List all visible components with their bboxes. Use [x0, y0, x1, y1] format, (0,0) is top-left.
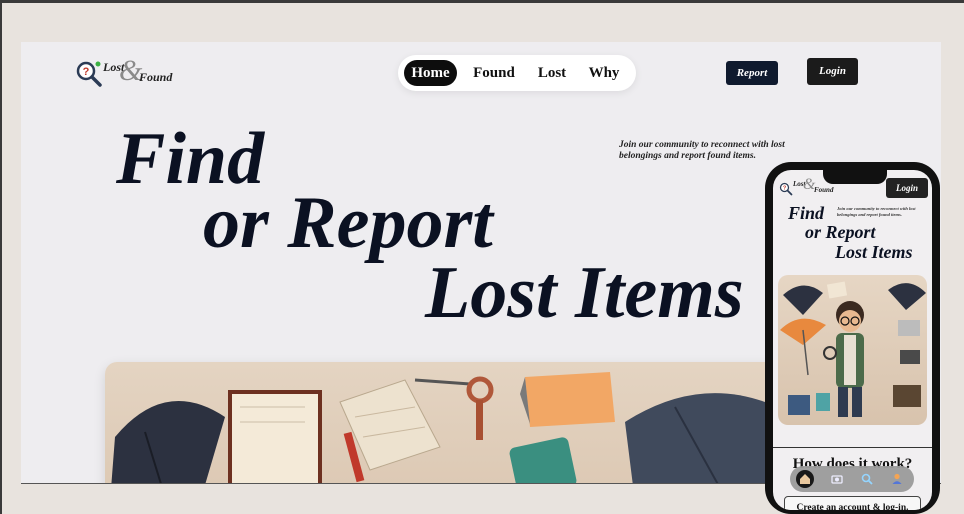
mobile-login-button[interactable]: Login: [886, 178, 928, 198]
nav-why[interactable]: Why: [584, 60, 624, 86]
create-account-button[interactable]: Create an account & log-in.: [784, 496, 921, 510]
lost-items-illustration: [111, 372, 790, 484]
mobile-hero-line-1: Find: [788, 203, 825, 223]
logo-text-found: Found: [139, 70, 173, 84]
nav-home[interactable]: Home: [404, 60, 457, 86]
mobile-hero-line-3: Lost Items: [835, 242, 913, 262]
frame-left-border: [0, 0, 2, 514]
login-button[interactable]: Login: [807, 58, 858, 85]
camera-icon[interactable]: [828, 470, 846, 488]
report-button[interactable]: Report: [726, 61, 778, 85]
main-nav: Home Found Lost Why: [398, 55, 636, 91]
frame-top-border: [0, 0, 964, 3]
site-logo[interactable]: ? Lost & Found: [75, 56, 185, 90]
mobile-character-image: [778, 275, 927, 425]
search-icon[interactable]: [858, 470, 876, 488]
mobile-divider: [773, 447, 932, 448]
mobile-hero-line-2: or Report: [805, 222, 876, 242]
magnifier-question-icon: ?: [779, 182, 793, 196]
mobile-logo[interactable]: ? Lost & Found: [779, 177, 839, 202]
profile-icon[interactable]: [888, 470, 906, 488]
mobile-preview-frame: ? Lost & Found Login Join our community …: [765, 162, 940, 514]
lost-items-hero-image: [105, 362, 805, 484]
mobile-screen: ? Lost & Found Login Join our community …: [773, 170, 932, 510]
mobile-logo-found: Found: [814, 186, 834, 194]
home-icon[interactable]: [796, 470, 814, 488]
nav-lost[interactable]: Lost: [532, 60, 572, 86]
hero-tagline: Join our community to reconnect with los…: [619, 140, 785, 161]
hero-heading-line-2: or Report: [203, 182, 493, 264]
mobile-tagline: Join our community to reconnect with los…: [837, 206, 916, 217]
magnifier-question-icon: ?: [76, 61, 102, 87]
svg-text:?: ?: [83, 66, 90, 78]
character-with-lost-items-illustration: [780, 281, 926, 417]
hero-heading-line-3: Lost Items: [425, 252, 744, 334]
nav-found[interactable]: Found: [470, 60, 518, 86]
mobile-bottom-dock: [790, 466, 914, 492]
